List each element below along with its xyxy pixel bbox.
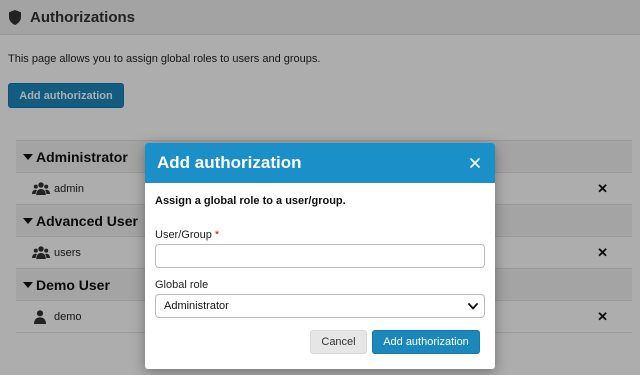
- close-icon[interactable]: [467, 155, 483, 171]
- dialog-description: Assign a global role to a user/group.: [155, 195, 346, 207]
- cancel-button[interactable]: Cancel: [310, 330, 367, 354]
- user-group-label: User/Group *: [155, 229, 485, 241]
- dialog-header: Add authorization: [145, 143, 495, 183]
- dialog-footer: Cancel Add authorization: [310, 330, 480, 354]
- dialog-title: Add authorization: [157, 153, 302, 172]
- add-authorization-dialog: Add authorization Assign a global role t…: [145, 143, 495, 369]
- submit-authorization-button[interactable]: Add authorization: [372, 330, 480, 354]
- user-group-input[interactable]: [155, 244, 485, 268]
- required-marker: *: [214, 229, 220, 241]
- dialog-body: Assign a global role to a user/group. Us…: [145, 183, 495, 318]
- user-group-label-text: User/Group: [155, 229, 212, 241]
- global-role-select[interactable]: Administrator: [155, 294, 485, 318]
- chevron-down-icon: [468, 297, 478, 315]
- global-role-selected-value: Administrator: [164, 300, 229, 312]
- global-role-label: Global role: [155, 279, 209, 291]
